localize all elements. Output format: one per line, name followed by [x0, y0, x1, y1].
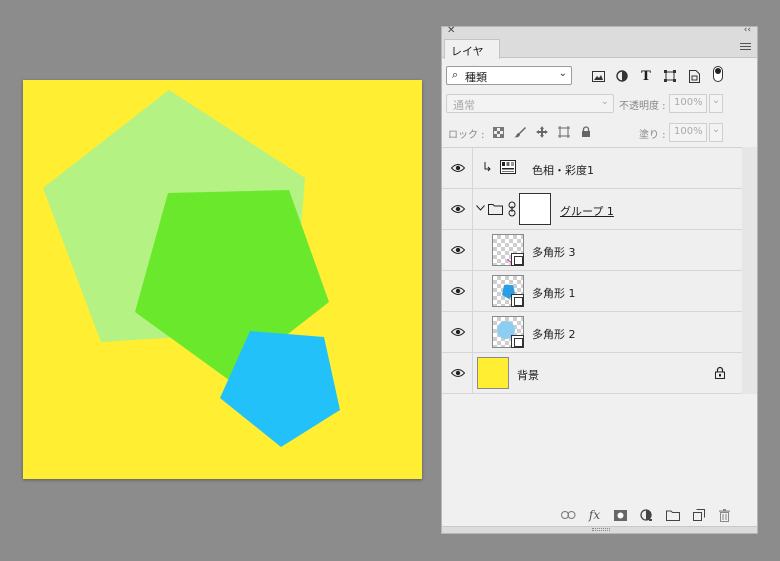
fill-input[interactable]: 100%	[669, 123, 707, 142]
lock-position-icon[interactable]	[534, 124, 550, 140]
visibility-toggle[interactable]	[442, 189, 473, 229]
panel-tabbar: レイヤー	[442, 38, 757, 74]
visibility-toggle[interactable]	[442, 148, 473, 188]
panel-titlebar: ✕ ‹‹	[442, 25, 757, 38]
fill-label: 塗り :	[639, 130, 666, 141]
shape-filter-icon[interactable]	[662, 68, 678, 84]
panel-menu-icon[interactable]	[740, 43, 751, 52]
close-panel-icon[interactable]: ✕	[447, 25, 455, 36]
filter-icons: T	[590, 68, 702, 84]
background-thumbnail[interactable]	[477, 357, 509, 389]
layer-row[interactable]: 多角形 1	[442, 271, 743, 312]
visibility-toggle[interactable]	[442, 353, 473, 393]
chevron-down-icon: ⌄	[558, 68, 567, 79]
tab-layers[interactable]: レイヤー	[444, 39, 500, 74]
adjustment-filter-icon[interactable]	[614, 68, 630, 84]
shape-layer-icon	[511, 335, 524, 348]
filter-kind-select[interactable]: ⌕ 種類 ⌄	[446, 66, 572, 85]
lock-row: ロック : 塗り : 100% ⌄	[446, 123, 753, 143]
layer-thumbnail[interactable]	[492, 234, 524, 266]
filter-toggle[interactable]	[713, 66, 723, 82]
layers-panel: ✕ ‹‹ レイヤー ⌕ 種類 ⌄ T	[441, 25, 758, 534]
layer-row[interactable]: 多角形 3	[442, 230, 743, 271]
layers-bottom-toolbar: fx	[442, 503, 757, 525]
new-group-icon[interactable]	[664, 507, 681, 523]
layer-name[interactable]: 色相・彩度1	[532, 162, 594, 178]
new-fill-adjustment-icon[interactable]	[638, 507, 655, 523]
chevron-down-icon: ⌄	[600, 96, 609, 107]
lock-all-icon[interactable]	[578, 124, 594, 140]
panel-resize-grip[interactable]	[442, 526, 757, 533]
layer-name[interactable]: グループ 1	[560, 203, 614, 219]
eye-icon	[451, 164, 465, 172]
filter-kind-value: 種類	[465, 71, 487, 84]
lock-transparency-icon[interactable]	[490, 124, 506, 140]
search-icon: ⌕	[452, 68, 459, 81]
layer-row[interactable]: 背景	[442, 353, 743, 394]
collapse-panel-icon[interactable]: ‹‹	[744, 25, 751, 35]
add-mask-icon[interactable]	[612, 507, 629, 523]
filter-row: ⌕ 種類 ⌄ T	[446, 65, 753, 87]
eye-icon	[451, 205, 465, 213]
type-filter-icon[interactable]: T	[638, 68, 654, 84]
image-filter-icon[interactable]	[590, 68, 606, 84]
blend-row: 通常 ⌄ 不透明度 : 100% ⌄	[446, 94, 753, 114]
folder-icon	[488, 204, 503, 215]
layers-scrollbar[interactable]	[742, 147, 757, 394]
blend-mode-select[interactable]: 通常 ⌄	[446, 94, 614, 113]
eye-icon	[451, 246, 465, 254]
fx-icon[interactable]: fx	[586, 507, 603, 523]
clipping-arrow-icon	[484, 162, 491, 172]
opacity-label: 不透明度 :	[619, 101, 666, 112]
lock-label: ロック :	[448, 130, 485, 141]
layer-row[interactable]: 多角形 2	[442, 312, 743, 353]
lock-icon[interactable]	[715, 366, 725, 379]
lock-icons	[490, 124, 594, 140]
layer-thumbnail[interactable]	[492, 275, 524, 307]
layer-name[interactable]: 多角形 1	[532, 285, 576, 301]
layers-list: 色相・彩度1 グループ 1 多角形 3 多角形 1 多角形 2 背景	[442, 147, 743, 394]
delete-layer-icon[interactable]	[716, 507, 733, 523]
opacity-dropdown[interactable]: ⌄	[709, 94, 723, 113]
lock-artboard-icon[interactable]	[556, 124, 572, 140]
visibility-toggle[interactable]	[442, 230, 473, 270]
shape-layer-icon	[511, 294, 524, 307]
eye-icon	[451, 287, 465, 295]
fill-dropdown[interactable]: ⌄	[709, 123, 723, 142]
layer-row[interactable]: 色相・彩度1	[442, 148, 743, 189]
visibility-toggle[interactable]	[442, 271, 473, 311]
link-layers-icon[interactable]	[560, 507, 577, 523]
group-mask-thumbnail[interactable]	[519, 193, 551, 225]
layer-name[interactable]: 多角形 2	[532, 326, 576, 342]
layer-name[interactable]: 多角形 3	[532, 244, 576, 260]
layer-name[interactable]: 背景	[517, 367, 539, 383]
shape-layer-icon	[511, 253, 524, 266]
opacity-input[interactable]: 100%	[669, 94, 707, 113]
smart-object-filter-icon[interactable]	[686, 68, 702, 84]
layer-thumbnail[interactable]	[492, 316, 524, 348]
hue-saturation-icon	[500, 160, 516, 174]
mask-link-icon[interactable]	[508, 201, 516, 217]
canvas-artwork	[23, 80, 422, 479]
document-canvas[interactable]	[23, 80, 422, 479]
chevron-down-icon[interactable]	[476, 205, 485, 211]
eye-icon	[451, 328, 465, 336]
lock-pixels-icon[interactable]	[512, 124, 528, 140]
blend-mode-value: 通常	[453, 99, 475, 112]
new-layer-icon[interactable]	[690, 507, 707, 523]
eye-icon	[451, 369, 465, 377]
layer-row[interactable]: グループ 1	[442, 189, 743, 230]
visibility-toggle[interactable]	[442, 312, 473, 352]
